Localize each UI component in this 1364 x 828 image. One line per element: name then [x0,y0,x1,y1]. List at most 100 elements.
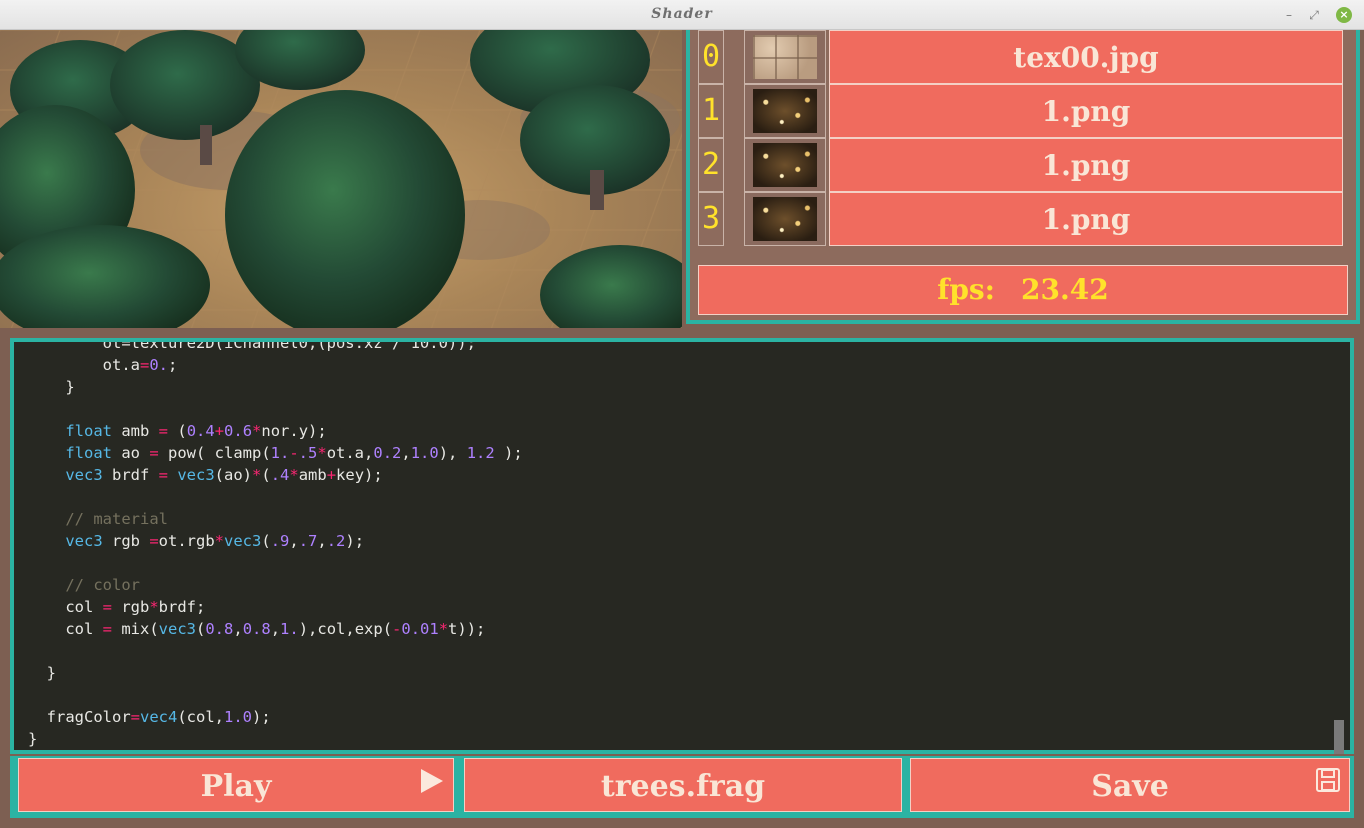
code-token: (ao) [214,466,252,484]
play-button-label: Play [200,769,272,804]
maximize-icon[interactable]: ⤢ [1306,7,1322,23]
channel-index: 3 [698,192,724,246]
code-line[interactable]: col = mix(vec3(0.8,0.8,1.),col,exp(-0.01… [28,618,1358,640]
code-token: , [233,620,243,638]
channel-filename[interactable]: 1.png [829,84,1343,138]
code-line[interactable]: } [28,662,1358,684]
render-output [0,30,682,328]
channel-thumbnail[interactable] [744,138,826,192]
code-token: nor.y); [261,422,327,440]
channel-row-0[interactable]: 0 tex00.jpg [694,30,1344,84]
code-token: .9 [270,532,290,550]
channel-row-2[interactable]: 2 1.png [694,138,1344,192]
code-line[interactable]: col = rgb*brdf; [28,596,1358,618]
code-token: col [28,598,103,616]
code-token: , [401,444,411,462]
code-token: , [289,532,299,550]
shader-file-button[interactable]: trees.frag [464,758,902,812]
code-token: ), [438,444,467,462]
code-line[interactable]: // color [28,574,1358,596]
channel-filename[interactable]: tex00.jpg [829,30,1343,84]
editor-scrollbar[interactable] [1334,720,1344,754]
code-line[interactable]: } [28,376,1358,398]
channel-row-1[interactable]: 1 1.png [694,84,1344,138]
code-token: 1. [270,444,290,462]
code-token: = [158,422,169,440]
code-token: 1. [280,620,299,638]
code-token: ( [196,620,206,638]
code-line[interactable] [28,486,1358,508]
code-token: = [158,466,168,484]
code-token: * [289,466,299,484]
editor-area: ot=texture2D(iChannel0,(pos.xz / 10.0));… [0,328,1364,756]
code-line[interactable]: ot.a=0.; [28,354,1358,376]
code-line[interactable]: ot=texture2D(iChannel0,(pos.xz / 10.0)); [28,342,1358,354]
code-token: .7 [298,532,318,550]
code-token: 0.2 [373,444,402,462]
channel-filename[interactable]: 1.png [829,138,1343,192]
shader-render-viewport[interactable] [0,30,682,328]
play-button[interactable]: Play [18,758,454,812]
code-token: 0.01 [401,620,439,638]
channel-thumbnail[interactable] [744,30,826,84]
code-token: 0.4 [186,422,215,440]
channel-index: 2 [698,138,724,192]
code-line[interactable]: float amb = (0.4+0.6*nor.y); [28,420,1358,442]
close-icon[interactable]: × [1336,7,1352,23]
code-token: mix( [112,620,159,638]
code-line[interactable]: } [28,728,1358,750]
code-token: ot.rgb [158,532,215,550]
fps-value: 23.42 [1021,273,1109,306]
code-line[interactable] [28,684,1358,706]
code-token: 0.8 [242,620,271,638]
code-token: ot.a, [326,444,374,462]
save-button[interactable]: Save [910,758,1350,812]
code-line[interactable]: fragColor=vec4(col,1.0); [28,706,1358,728]
code-token: ; [168,356,178,374]
code-line[interactable] [28,552,1358,574]
code-token: 1.0 [224,708,252,726]
code-token: } [28,664,56,682]
code-token: - [392,620,402,638]
code-line[interactable]: vec3 brdf = vec3(ao)*(.4*amb+key); [28,464,1358,486]
code-token: * [438,620,449,638]
code-editor[interactable]: ot=texture2D(iChannel0,(pos.xz / 10.0));… [28,342,1358,754]
texture-image [753,89,817,133]
texture-image [753,143,817,187]
code-token: vec3 [158,620,196,638]
code-token: // color [65,576,140,594]
channel-thumbnail[interactable] [744,84,826,138]
fps-display: fps: 23.42 [698,265,1348,315]
code-editor-frame: ot=texture2D(iChannel0,(pos.xz / 10.0));… [10,338,1354,754]
code-line[interactable] [28,640,1358,662]
channel-filename[interactable]: 1.png [829,192,1343,246]
channel-index: 0 [698,30,724,84]
code-token: // material [65,510,168,528]
code-token: vec3 [177,466,215,484]
code-text[interactable]: ot=texture2D(iChannel0,(pos.xz / 10.0));… [28,342,1358,750]
code-line[interactable]: // material [28,508,1358,530]
code-token: ),col,exp( [298,620,393,638]
code-token: = [149,532,159,550]
code-line[interactable]: vec3 rgb =ot.rgb*vec3(.9,.7,.2); [28,530,1358,552]
title-bar: Shader – ⤢ × [0,0,1364,30]
code-token: ( [261,466,271,484]
code-token: ); [252,708,271,726]
code-line[interactable] [28,398,1358,420]
channel-row-3[interactable]: 3 1.png [694,192,1344,246]
code-token: .5 [298,444,318,462]
texture-image [753,197,817,241]
minimize-icon[interactable]: – [1281,7,1297,23]
code-line[interactable]: float ao = pow( clamp(1.-.5*ot.a,0.2,1.0… [28,442,1358,464]
floppy-disk-icon [1316,768,1340,792]
code-token: = [130,708,140,726]
play-icon [421,769,443,793]
code-token: float [65,422,112,440]
code-token: vec3 [65,466,103,484]
code-token: * [317,444,327,462]
code-token: .4 [270,466,290,484]
channel-thumbnail[interactable] [744,192,826,246]
